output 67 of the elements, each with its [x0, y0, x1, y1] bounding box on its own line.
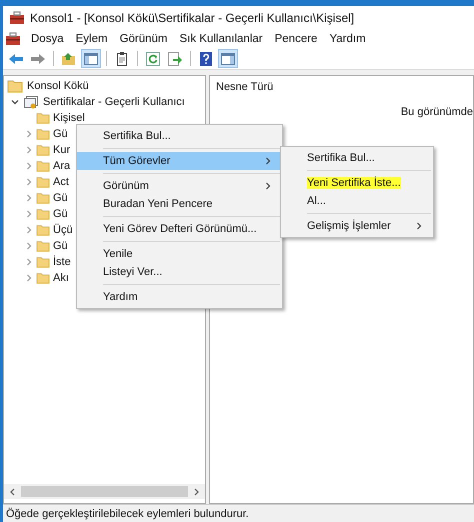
tree-item[interactable]: Gü — [52, 208, 69, 220]
menu-item[interactable]: Görünüm — [77, 177, 282, 195]
tree-item[interactable]: Ara — [52, 160, 72, 172]
menu-item[interactable]: Gelişmiş İşlemler — [281, 217, 433, 235]
folder-icon — [36, 240, 50, 252]
tree-item[interactable]: Act — [52, 176, 70, 188]
folder-icon — [36, 144, 50, 156]
pane-toggle-button[interactable] — [218, 49, 238, 68]
empty-message: Bu görünümde — [400, 106, 473, 118]
tree-item[interactable]: Gü — [52, 192, 69, 204]
menu-item[interactable]: Dosya — [25, 33, 70, 45]
menu-item[interactable]: Listeyi Ver... — [77, 263, 282, 281]
chevron-right-icon[interactable] — [24, 225, 34, 235]
menu-item[interactable]: Yardım — [323, 33, 372, 45]
tree-item[interactable]: Kişisel — [52, 112, 86, 124]
menu-item[interactable]: Sertifika Bul... — [281, 149, 433, 167]
chevron-right-icon[interactable] — [24, 241, 34, 251]
chevron-right-icon[interactable] — [24, 209, 34, 219]
menu-item[interactable]: Yeni Sertifika İste... — [281, 174, 433, 192]
menu-item[interactable]: Al... — [281, 192, 433, 210]
column-header[interactable]: Nesne Türü — [210, 76, 473, 98]
folder-icon — [36, 112, 50, 124]
folder-icon — [36, 192, 50, 204]
tree-item[interactable]: Sertifikalar - Geçerli Kullanıcı — [42, 96, 186, 108]
export-button[interactable] — [165, 49, 185, 68]
chevron-right-icon[interactable] — [24, 193, 34, 203]
menu-item[interactable]: Buradan Yeni Pencere — [77, 195, 282, 213]
chevron-right-icon[interactable] — [24, 177, 34, 187]
tree-toggle-button[interactable] — [81, 49, 101, 68]
folder-icon — [36, 160, 50, 172]
chevron-right-icon[interactable] — [24, 273, 34, 283]
tree-item[interactable]: Gü — [52, 128, 69, 140]
menu-item[interactable]: Yardım — [77, 288, 282, 306]
refresh-button[interactable] — [143, 49, 163, 68]
toolbox-icon[interactable] — [5, 31, 21, 47]
menu-item[interactable]: Görünüm — [114, 33, 174, 45]
chevron-right-icon[interactable] — [24, 145, 34, 155]
folder-icon — [36, 208, 50, 220]
menu-item[interactable]: Pencere — [268, 33, 324, 45]
chevron-right-icon[interactable] — [24, 257, 34, 267]
folder-icon — [36, 176, 50, 188]
chevron-right-icon[interactable] — [24, 161, 34, 171]
tree-item[interactable]: İste — [52, 256, 72, 268]
folder-icon — [36, 256, 50, 268]
tree-item[interactable]: Gü — [52, 240, 69, 252]
menu-item[interactable]: Eylem — [70, 33, 114, 45]
folder-icon — [7, 79, 23, 93]
tree-item[interactable]: Konsol Kökü — [26, 80, 90, 92]
toolbox-icon — [9, 10, 25, 26]
chevron-down-icon[interactable] — [10, 97, 20, 107]
scroll-thumb[interactable] — [21, 486, 188, 497]
certificate-store-icon — [23, 94, 39, 110]
folder-icon — [36, 224, 50, 236]
status-bar: Öğede gerçekleştirilebilecek eylemleri bulundurur. — [3, 504, 474, 522]
menu-item[interactable]: Tüm Görevler — [77, 152, 282, 170]
menu-item[interactable]: Yenile — [77, 245, 282, 263]
menu-item[interactable]: Yeni Görev Defteri Görünümü... — [77, 220, 282, 238]
menu-item[interactable]: Sertifika Bul... — [77, 127, 282, 145]
tree-item[interactable]: Üçü — [52, 224, 74, 236]
tree-item[interactable]: Kur — [52, 144, 72, 156]
folder-icon — [36, 128, 50, 140]
window-title: Konsol1 - [Konsol Kökü\Sertifikalar - Geçerli Kullanıcı\Kişisel] — [30, 11, 354, 25]
horizontal-scrollbar[interactable] — [4, 484, 205, 499]
tree-item[interactable]: Akı — [52, 272, 70, 284]
menu-item[interactable]: Sık Kullanılanlar — [174, 33, 269, 45]
chevron-right-icon[interactable] — [24, 129, 34, 139]
folder-icon — [36, 272, 50, 284]
